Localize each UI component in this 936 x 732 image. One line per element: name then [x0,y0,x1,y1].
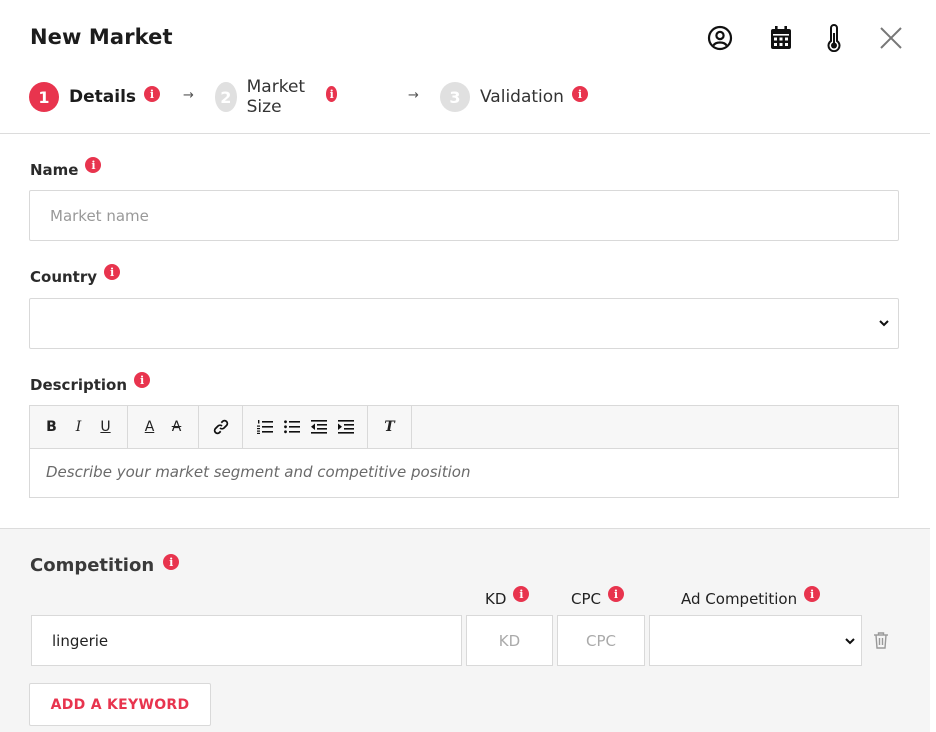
name-label: Name i [30,157,102,179]
underline-button[interactable]: U [92,414,119,440]
ad-competition-select[interactable] [649,615,862,666]
info-icon[interactable]: i [513,586,530,602]
toolbar-group-format: B I U [30,406,128,448]
kd-column-header: KD i [485,586,530,608]
info-icon[interactable]: i [134,372,151,388]
step-number: 2 [215,82,237,112]
chevron-down-icon [845,638,855,645]
user-circle-icon[interactable] [706,24,734,52]
step-number: 3 [440,82,470,112]
info-icon[interactable]: i [608,586,624,602]
step-label: Market Size [246,77,306,117]
toolbar-group-link [199,406,243,448]
info-icon[interactable]: i [325,86,338,102]
add-keyword-button[interactable]: ADD A KEYWORD [29,683,211,726]
outdent-icon[interactable] [305,414,332,440]
description-textarea[interactable]: Describe your market segment and competi… [30,449,898,495]
name-label-text: Name [30,161,79,179]
background-color-button[interactable]: A [163,414,190,440]
step-market-size[interactable]: 2 Market Size i [215,77,338,117]
info-icon[interactable]: i [144,86,161,102]
dialog-header: New Market 1 Details i → 2 Market Size i… [0,0,930,134]
info-icon[interactable]: i [571,86,588,102]
ad-competition-header-text: Ad Competition [681,590,798,608]
arrow-right-icon: → [408,88,419,103]
indent-icon[interactable] [332,414,359,440]
kd-input[interactable]: KD [466,615,553,666]
description-label: Description i [30,372,151,394]
info-icon[interactable]: i [163,554,180,570]
keyword-input[interactable]: lingerie [31,615,462,666]
step-validation[interactable]: 3 Validation i [440,82,588,112]
info-icon[interactable]: i [85,157,102,173]
toolbar-group-color: A A [128,406,199,448]
toolbar-group-clear: T [368,406,412,448]
info-icon[interactable]: i [804,586,821,602]
bullet-list-icon[interactable] [278,414,305,440]
step-number: 1 [29,82,59,112]
country-select[interactable] [29,298,899,349]
chevron-down-icon [879,320,889,327]
kd-header-text: KD [485,590,507,608]
step-details[interactable]: 1 Details i [29,82,161,112]
bold-button[interactable]: B [38,414,65,440]
country-label-text: Country [30,268,98,286]
thermometer-icon[interactable] [820,24,848,52]
competition-title: Competition i [30,554,180,576]
font-color-button[interactable]: A [136,414,163,440]
toolbar-group-list [243,406,368,448]
cpc-input[interactable]: CPC [557,615,645,666]
description-editor: B I U A A T Describe your market segment… [29,405,899,498]
ad-competition-column-header: Ad Competition i [681,586,821,608]
description-label-text: Description [30,376,128,394]
calendar-icon[interactable] [767,24,795,52]
close-icon[interactable] [877,24,905,52]
cpc-column-header: CPC i [571,586,624,608]
dialog-title: New Market [30,25,173,49]
market-name-input[interactable]: Market name [29,190,899,241]
clear-format-button[interactable]: T [376,414,403,440]
competition-title-text: Competition [30,555,155,576]
competition-section: Competition i KD i CPC i Ad Competition … [0,528,930,732]
step-label: Validation [480,87,564,107]
ordered-list-icon[interactable] [251,414,278,440]
step-label: Details [69,87,137,107]
cpc-header-text: CPC [571,590,601,608]
link-icon[interactable] [207,414,234,440]
arrow-right-icon: → [183,88,194,103]
country-label: Country i [30,264,121,286]
info-icon[interactable]: i [104,264,121,280]
italic-button[interactable]: I [65,414,92,440]
trash-icon[interactable] [873,631,889,653]
editor-toolbar: B I U A A T [30,406,898,449]
